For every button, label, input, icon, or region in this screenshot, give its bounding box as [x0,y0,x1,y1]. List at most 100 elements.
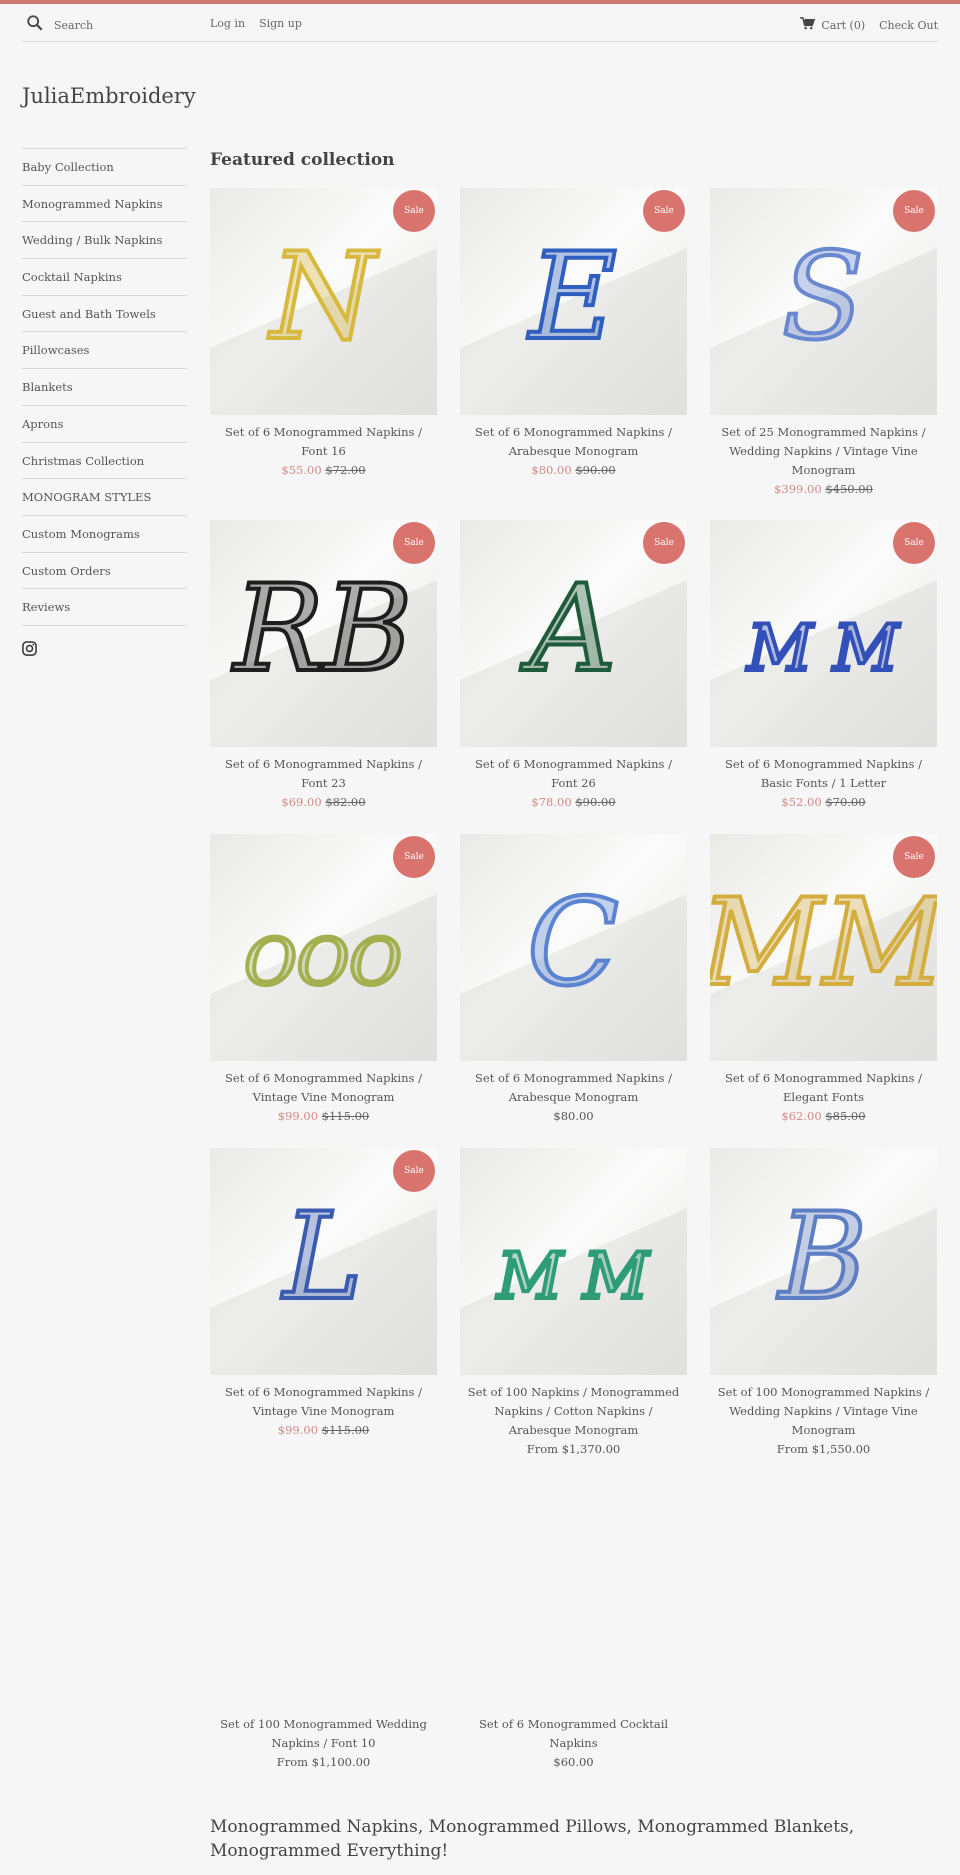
regular-price: From $1,100.00 [276,1755,371,1769]
cart-link[interactable]: Cart (0) [800,17,865,33]
product-price: $80.00 [460,1107,687,1125]
sidebar-item-reviews[interactable]: Reviews [22,589,187,626]
sale-price: $99.00 [277,1109,319,1123]
product-name[interactable]: Set of 6 Monogrammed Napkins / Arabesque… [460,423,687,461]
monogram-embroidery-image: CC [460,872,687,1061]
sidebar-item-monogrammed-napkins[interactable]: Monogrammed Napkins [22,186,187,223]
sale-price: $99.00 [277,1423,319,1437]
product-card[interactable]: M MM M Set of 100 Napkins / Monogrammed N… [460,1148,687,1458]
svg-text:MM: MM [710,874,937,1013]
header-bar: Log in Sign up Cart (0) Check Out [22,4,938,42]
sidebar-item-wedding-bulk-napkins[interactable]: Wedding / Bulk Napkins [22,222,187,260]
svg-text:M M: M M [496,1240,650,1314]
product-card[interactable]: MM MM Sale Set of 6 Monogrammed Napkins / E… [710,834,937,1125]
sale-badge: Sale [643,522,685,564]
regular-price: From $1,550.00 [776,1442,871,1456]
product-image[interactable]: BB [710,1148,937,1375]
sidebar-item-pillowcases[interactable]: Pillowcases [22,332,187,370]
original-price: $115.00 [321,1423,370,1437]
product-image[interactable] [460,1480,687,1707]
product-card[interactable]: Set of 6 Monogrammed Cocktail Napkins $60… [460,1480,687,1771]
product-name[interactable]: Set of 100 Monogrammed Wedding Napkins /… [210,1715,437,1753]
cart-links: Cart (0) Check Out [800,17,938,33]
product-name[interactable]: Set of 100 Monogrammed Napkins / Wedding… [710,1383,937,1440]
product-image[interactable]: N N Sale [210,188,437,415]
product-card[interactable]: OOO OOO Sale Set of 6 Monogrammed Napkins /… [210,834,437,1125]
product-card[interactable]: N N Sale Set of 6 Monogrammed Napkins / Fon… [210,188,437,479]
product-image[interactable]: MM MM Sale [710,834,937,1061]
product-card[interactable]: E E Sale Set of 6 Monogrammed Napkins / Ara… [460,188,687,479]
instagram-icon[interactable] [22,641,37,656]
regular-price: From $1,370.00 [526,1442,621,1456]
footer-heading: Monogrammed Napkins, Monogrammed Pillows… [210,1817,855,1861]
product-card[interactable]: A A Sale Set of 6 Monogrammed Napkins / Fon… [460,520,687,811]
product-name[interactable]: Set of 6 Monogrammed Napkins / Vintage V… [210,1069,437,1107]
product-card[interactable]: C C Set of 6 Monogrammed Napkins / Arabesq… [460,834,687,1125]
site-logo[interactable]: JuliaEmbroidery [22,84,196,108]
product-image[interactable]: RB RB Sale [210,520,437,747]
product-name[interactable]: Set of 25 Monogrammed Napkins / Wedding … [710,423,937,480]
product-card[interactable]: Set of 100 Monogrammed Wedding Napkins /… [210,1480,437,1771]
product-image[interactable]: CC [460,834,687,1061]
svg-text:M M: M M [746,612,900,686]
product-card[interactable]: RB RB Sale Set of 6 Monogrammed Napkins / F… [210,520,437,811]
product-card[interactable]: B B Set of 100 Monogrammed Napkins / Weddi… [710,1148,937,1458]
product-image[interactable]: M MM M Sale [710,520,937,747]
sidebar-item-custom-monograms[interactable]: Custom Monograms [22,516,187,553]
product-card[interactable]: M MM M Sale Set of 6 Monogrammed Napkins /… [710,520,937,811]
product-image[interactable]: M MM M [460,1148,687,1375]
regular-price: $60.00 [553,1755,594,1769]
original-price: $70.00 [825,795,866,809]
product-name[interactable]: Set of 6 Monogrammed Napkins / Font 26 [460,755,687,793]
product-name[interactable]: Set of 6 Monogrammed Napkins / Elegant F… [710,1069,937,1107]
checkout-link[interactable]: Check Out [879,19,938,32]
sidebar-item-baby-collection[interactable]: Baby Collection [22,149,187,186]
product-image[interactable]: OOO OOO Sale [210,834,437,1061]
product-image[interactable]: E E Sale [460,188,687,415]
sale-badge: Sale [393,522,435,564]
product-image[interactable]: L L Sale [210,1148,437,1375]
svg-text:C: C [527,874,619,1013]
product-price: $60.00 [460,1753,687,1771]
sidebar-nav: Baby Collection Monogrammed Napkins Wedd… [22,148,187,626]
login-link[interactable]: Log in [210,17,245,30]
cart-label: Cart (0) [821,18,866,32]
search-icon[interactable] [26,14,48,36]
product-price: $55.00 $72.00 [210,461,437,479]
product-image[interactable] [210,1480,437,1707]
product-card[interactable]: L L Sale Set of 6 Monogrammed Napkins / Vin… [210,1148,437,1439]
sidebar-item-cocktail-napkins[interactable]: Cocktail Napkins [22,259,187,296]
sale-badge: Sale [893,190,935,232]
original-price: $90.00 [575,795,616,809]
svg-text:E: E [527,228,617,367]
sidebar-item-aprons[interactable]: Aprons [22,406,187,443]
product-name[interactable]: Set of 6 Monogrammed Napkins / Arabesque… [460,1069,687,1107]
product-price: $52.00 $70.00 [710,793,937,811]
sidebar-item-monogram-styles[interactable]: MONOGRAM STYLES [22,479,187,516]
product-name[interactable]: Set of 6 Monogrammed Cocktail Napkins [460,1715,687,1753]
product-name[interactable]: Set of 6 Monogrammed Napkins / Font 16 [210,423,437,461]
original-price: $450.00 [825,482,873,496]
product-card[interactable]: S S Sale Set of 25 Monogrammed Napkins / We… [710,188,937,498]
original-price: $72.00 [325,463,366,477]
sale-badge: Sale [893,522,935,564]
sale-price: $69.00 [281,795,322,809]
svg-text:N: N [268,228,380,367]
product-name[interactable]: Set of 6 Monogrammed Napkins / Font 23 [210,755,437,793]
product-name[interactable]: Set of 6 Monogrammed Napkins / Basic Fon… [710,755,937,793]
sidebar-item-custom-orders[interactable]: Custom Orders [22,553,187,590]
product-name[interactable]: Set of 100 Napkins / Monogrammed Napkins… [460,1383,687,1440]
product-price: $80.00 $90.00 [460,461,687,479]
product-image[interactable]: S S Sale [710,188,937,415]
sale-price: $78.00 [531,795,572,809]
sidebar-item-christmas-collection[interactable]: Christmas Collection [22,443,187,480]
sidebar-item-blankets[interactable]: Blankets [22,369,187,406]
search-input[interactable] [54,18,194,32]
svg-text:B: B [777,1188,867,1327]
product-name[interactable]: Set of 6 Monogrammed Napkins / Vintage V… [210,1383,437,1421]
sidebar-item-guest-bath-towels[interactable]: Guest and Bath Towels [22,296,187,333]
monogram-embroidery-image: M MM M [460,1208,687,1375]
product-price: From $1,370.00 [460,1440,687,1458]
product-image[interactable]: A A Sale [460,520,687,747]
signup-link[interactable]: Sign up [259,17,302,30]
